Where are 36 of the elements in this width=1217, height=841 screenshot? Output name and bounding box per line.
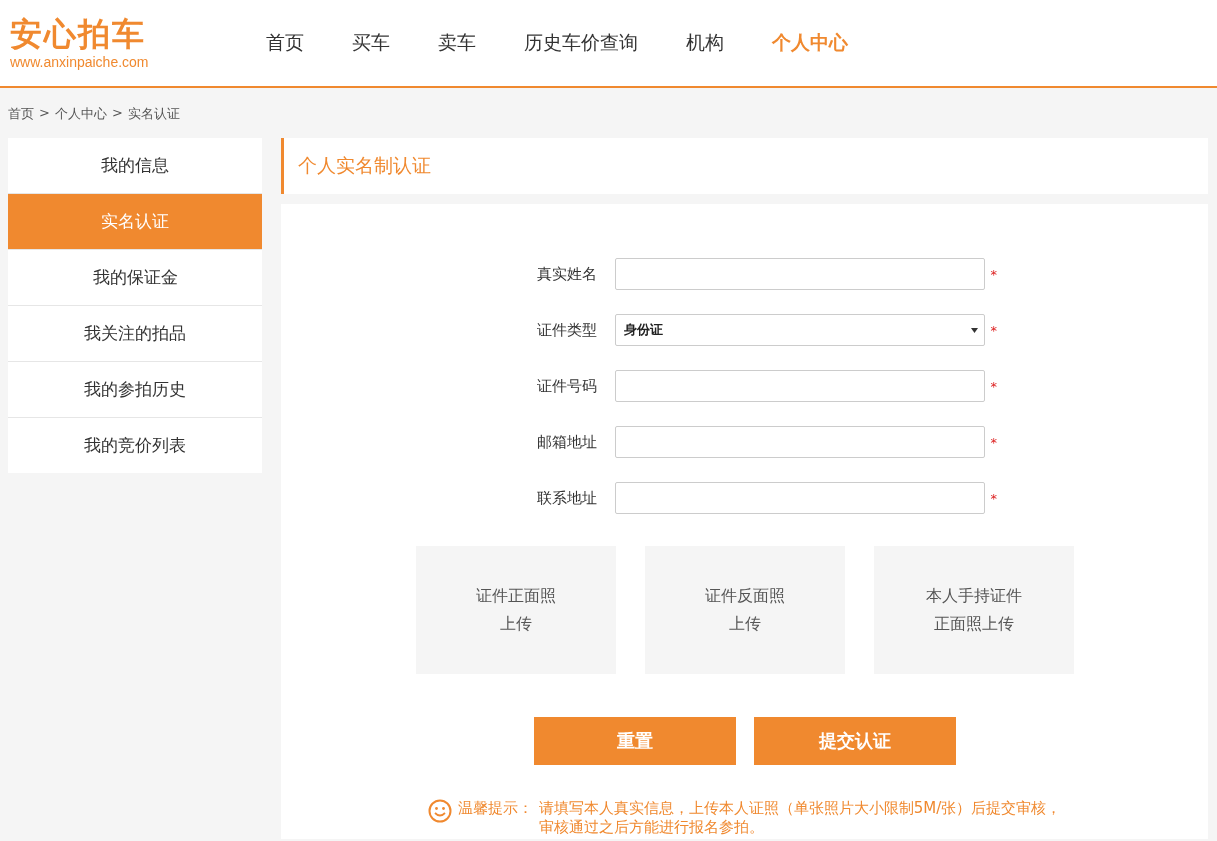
field-label: 证件类型 [535,320,597,340]
breadcrumb-link[interactable]: 实名认证 [127,105,180,123]
tip-text: 请填写本人真实信息，上传本人证照（单张照片大小限制5M/张）后提交审核， [538,799,1062,818]
nav-link[interactable]: 首页 [242,30,328,56]
required-mark: * [990,322,998,338]
breadcrumb-link[interactable]: 个人中心 [54,105,107,123]
required-mark: * [990,490,998,506]
field-label: 证件号码 [535,376,597,396]
nav-link[interactable]: 买车 [328,30,414,56]
smiley-icon [427,799,452,823]
input-field[interactable] [614,370,985,402]
breadcrumb-separator: > [39,105,50,122]
select-field[interactable]: 身份证 [614,314,985,346]
nav-link[interactable]: 卖车 [414,30,500,56]
logo-url: www.anxinpaiche.com [10,54,150,70]
required-mark: * [990,378,998,394]
field-label: 邮箱地址 [535,432,597,452]
nav-link[interactable]: 机构 [662,30,748,56]
field-label: 真实姓名 [535,264,597,284]
field-label: 联系地址 [535,488,597,508]
upload-box[interactable]: 证件反面照 上传 [644,546,845,674]
required-mark: * [990,266,998,282]
input-field[interactable] [614,258,985,290]
tip-title: 温馨提示： [457,799,533,818]
caret-icon [970,327,978,333]
input-field[interactable] [614,482,985,514]
breadcrumb-separator: > [111,105,123,122]
input-field[interactable] [614,426,985,458]
breadcrumb-link[interactable]: 首页 [8,105,34,123]
panel-title: 个人实名制认证 [281,138,1208,194]
logo-name: 安心拍车 [10,16,147,52]
upload-box[interactable]: 本人手持证件 正面照上传 [873,546,1074,674]
required-mark: * [990,434,998,450]
nav-link[interactable]: 历史车价查询 [500,30,662,56]
tip-text: 审核通过之后方能进行报名参拍。 [538,818,764,837]
upload-box[interactable]: 证件正面照 上传 [415,546,616,674]
